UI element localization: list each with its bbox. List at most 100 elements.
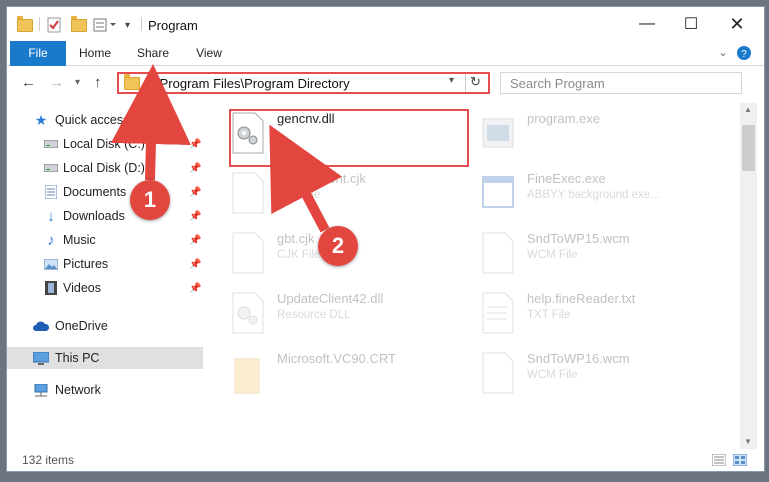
blank-file-icon xyxy=(232,232,264,274)
list-item[interactable]: SndToWP16.wcm WCM File xyxy=(477,349,717,399)
close-button[interactable]: ✕ xyxy=(714,7,760,41)
sidebar-item-music[interactable]: ♪ Music 📌 xyxy=(7,229,203,251)
file-list: gencnv.dll FineExment.cjk CJK File gbt.c… xyxy=(215,103,735,449)
download-icon: ↓ xyxy=(47,207,55,225)
up-arrow-icon[interactable]: ↑ xyxy=(94,74,102,91)
folder-icon xyxy=(124,74,140,90)
list-item[interactable]: UpdateClient42.dll Resource DLL xyxy=(227,289,467,339)
sidebar-item-documents[interactable]: Documents 📌 xyxy=(7,181,203,203)
sidebar-item-local-disk-c[interactable]: Local Disk (C:) 📌 xyxy=(7,133,203,155)
list-item[interactable]: program.exe xyxy=(477,109,717,159)
sidebar-item-pictures[interactable]: Pictures 📌 xyxy=(7,253,203,275)
sidebar-item-local-disk-d[interactable]: Local Disk (D:) 📌 xyxy=(7,157,203,179)
tab-share[interactable]: Share xyxy=(133,41,173,65)
details-view-icon[interactable] xyxy=(711,453,727,469)
file-name: program.exe xyxy=(527,111,600,126)
list-item[interactable]: Microsoft.VC90.CRT xyxy=(227,349,467,399)
divider xyxy=(39,17,40,31)
list-item[interactable]: help.fineReader.txt TXT File xyxy=(477,289,717,339)
music-icon: ♪ xyxy=(47,231,55,249)
maximize-button[interactable]: ☐ xyxy=(668,7,714,41)
file-name: FineExment.cjk xyxy=(277,171,366,186)
vertical-scrollbar[interactable]: ▲ ▼ xyxy=(740,103,757,449)
callout-badge-1: 1 xyxy=(130,180,170,220)
svg-text:?: ? xyxy=(741,49,747,60)
cloud-icon xyxy=(33,319,49,333)
file-type: CJK File xyxy=(277,189,321,201)
file-name: help.fineReader.txt xyxy=(527,291,636,306)
list-item[interactable]: SndToWP15.wcm WCM File xyxy=(477,229,717,279)
network-icon xyxy=(33,383,49,397)
sidebar-item-quick-access[interactable]: ★ Quick access xyxy=(7,109,203,131)
divider xyxy=(141,17,142,31)
address-bar[interactable]: C:\Program Files\Program Directory ▾ ↻ xyxy=(117,72,490,94)
star-icon: ★ xyxy=(34,111,48,128)
exe-file-icon xyxy=(482,176,514,208)
ribbon-tabs: File Home Share View ⌄ ? xyxy=(7,41,764,91)
minimize-button[interactable]: — xyxy=(624,7,670,41)
blank-file-icon xyxy=(482,352,514,394)
folder-icon xyxy=(234,358,260,394)
file-name: gbt.cjk xyxy=(277,231,315,246)
sidebar-item-network[interactable]: Network xyxy=(7,379,203,401)
forward-arrow-icon[interactable]: → xyxy=(49,74,64,91)
tab-view[interactable]: View xyxy=(191,41,227,65)
sidebar-item-onedrive[interactable]: OneDrive xyxy=(7,315,203,337)
file-name: SndToWP16.wcm xyxy=(527,351,630,366)
scroll-down-icon[interactable]: ▼ xyxy=(744,437,752,446)
pin-icon: 📌 xyxy=(189,258,202,270)
scroll-up-icon[interactable]: ▲ xyxy=(744,105,752,114)
file-name: SndToWP15.wcm xyxy=(527,231,630,246)
documents-icon xyxy=(43,185,59,199)
dll-file-icon xyxy=(232,292,264,334)
dropdown-icon[interactable]: ▾ xyxy=(125,17,130,33)
file-highlight-box xyxy=(229,109,469,167)
item-count: 132 items xyxy=(22,453,75,467)
help-icon[interactable]: ? xyxy=(736,41,752,65)
address-dropdown-icon[interactable]: ▾ xyxy=(449,75,454,86)
pin-icon: 📌 xyxy=(189,162,202,174)
customize-toolbar-icon[interactable] xyxy=(93,17,121,33)
pictures-icon xyxy=(43,257,59,271)
search-placeholder: Search Program xyxy=(510,76,605,91)
tiles-view-icon[interactable] xyxy=(732,453,748,469)
file-type: Resource DLL xyxy=(277,309,351,321)
pin-icon: 📌 xyxy=(189,234,202,246)
drive-icon xyxy=(43,161,59,175)
blank-file-icon xyxy=(482,232,514,274)
blank-file-icon xyxy=(232,172,264,214)
file-type: WCM File xyxy=(527,249,578,261)
file-type: TXT File xyxy=(527,309,571,321)
list-item[interactable]: FineExment.cjk CJK File xyxy=(227,169,467,219)
drive-icon xyxy=(43,137,59,151)
address-path: C:\Program Files\Program Directory xyxy=(143,76,350,91)
list-item[interactable]: FineExec.exe ABBYY background exe... xyxy=(477,169,717,219)
window-title: Program xyxy=(148,18,198,33)
pin-icon: 📌 xyxy=(189,138,202,150)
sidebar-item-videos[interactable]: Videos 📌 xyxy=(7,277,203,299)
pin-icon: 📌 xyxy=(189,282,202,294)
navigation-pane: ★ Quick access Local Disk (C:) 📌 Local D… xyxy=(7,103,209,449)
properties-icon[interactable] xyxy=(47,17,61,33)
file-type: WCM File xyxy=(527,369,578,381)
scrollbar-thumb[interactable] xyxy=(742,125,755,171)
file-name: UpdateClient42.dll xyxy=(277,291,384,306)
search-input[interactable]: Search Program xyxy=(500,72,742,94)
videos-icon xyxy=(43,281,59,295)
recent-locations-icon[interactable]: ▾ xyxy=(75,77,80,88)
pin-icon: 📌 xyxy=(189,210,202,222)
folder-icon xyxy=(17,15,33,33)
sidebar-item-this-pc[interactable]: This PC xyxy=(7,347,203,369)
file-type: ABBYY background exe... xyxy=(527,189,660,201)
status-bar: 132 items xyxy=(7,449,764,471)
back-arrow-icon[interactable]: ← xyxy=(21,74,36,91)
expand-ribbon-icon[interactable]: ⌄ xyxy=(715,41,731,65)
tab-home[interactable]: Home xyxy=(73,41,117,65)
exe-file-icon xyxy=(482,118,514,148)
pin-icon: 📌 xyxy=(189,186,202,198)
file-type: CJK File xyxy=(277,249,321,261)
refresh-icon[interactable]: ↻ xyxy=(470,74,481,90)
callout-badge-2: 2 xyxy=(318,226,358,266)
sidebar-item-downloads[interactable]: ↓ Downloads 📌 xyxy=(7,205,203,227)
new-folder-icon[interactable] xyxy=(71,15,87,33)
